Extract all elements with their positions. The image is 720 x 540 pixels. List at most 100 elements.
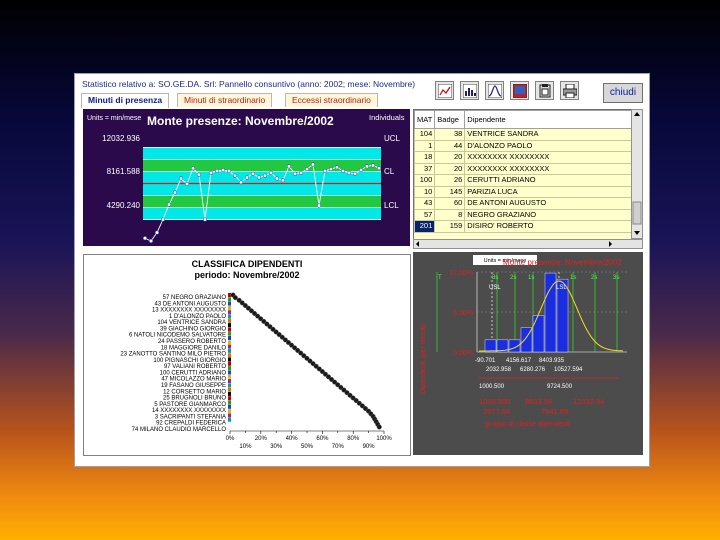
hist-bar [484, 339, 497, 353]
table-horizontal-scrollbar[interactable] [413, 239, 643, 249]
line-chart-button[interactable] [435, 81, 454, 100]
ranking-name: 24 PASSERO ROBERTO [158, 339, 226, 345]
legend-swatch [228, 357, 231, 362]
target-label: T [438, 275, 442, 281]
cc-units-label: Units = min/mese [87, 115, 141, 122]
col-header-dipendente[interactable]: Dipendente [464, 110, 632, 129]
legend-swatch [228, 366, 231, 371]
legend-swatch [228, 409, 231, 414]
hist-xtick-r2-0: 2032.958 [486, 367, 512, 373]
ranking-point [376, 424, 382, 430]
printer-button[interactable] [560, 81, 579, 100]
lsl-label: LSL [556, 285, 567, 291]
cell-dipendente: DE ANTONI AUGUSTO [464, 197, 632, 210]
hist-ytick-1: 6.00% [453, 310, 473, 317]
legend-swatch [228, 305, 231, 310]
footer-value-3: 12032.94 [573, 397, 604, 406]
ranking-tick-label: 70% [332, 444, 345, 450]
ucl-value: 12032.936 [102, 134, 140, 143]
cc-point [376, 166, 382, 171]
cc-point [304, 167, 310, 172]
scroll-left-icon[interactable] [416, 241, 419, 247]
cc-point [190, 166, 196, 171]
scroll-right-icon[interactable] [609, 241, 612, 247]
ranking-tick-label: 10% [239, 444, 252, 450]
cc-point [154, 230, 160, 235]
cell-badge: 20 [434, 162, 466, 175]
ranking-tick-label: 40% [286, 436, 299, 442]
employee-table: MAT Badge Dipendente 104 38 VENTRICE SANDR… [414, 110, 632, 233]
cell-mat: 100 [414, 174, 436, 187]
sigma-label-p3: 3s [613, 275, 619, 281]
legend-swatch [228, 396, 231, 401]
bell-curve-button[interactable] [485, 81, 504, 100]
control-chart: Units = min/mese Monte presenze: Novembr… [87, 113, 405, 244]
cc-point [232, 173, 238, 178]
ranking-name: 39 GIACHINO GIORGIO [160, 326, 226, 332]
table-row[interactable]: 1 44 D'ALONZO PAOLO [414, 139, 632, 152]
cc-point [178, 176, 184, 181]
scroll-down-icon[interactable] [634, 231, 640, 235]
legend-swatch [228, 340, 231, 345]
cc-point [298, 170, 304, 175]
table-row[interactable]: 201 159 DISIRO' ROBERTO [414, 220, 632, 233]
legend-swatch [228, 379, 231, 383]
legend-swatch [228, 400, 231, 405]
picture-button[interactable] [510, 81, 529, 100]
clipboard-button[interactable] [535, 81, 554, 100]
close-button[interactable]: chiudi [603, 83, 643, 103]
ranking-name: 3 SACRIPANTI STEFANIA [155, 414, 226, 420]
table-row[interactable]: 57 8 NEGRO GRAZIANO [414, 208, 632, 221]
legend-swatch [228, 353, 231, 358]
cell-dipendente: XXXXXXXX XXXXXXXX [464, 151, 632, 164]
table-row[interactable]: 104 38 VENTRICE SANDRA [414, 128, 632, 141]
tab-eccessi-straordinario[interactable]: Eccessi straordinario [285, 93, 378, 107]
cc-point [364, 164, 370, 169]
sigma-label-m1: 1s [528, 275, 534, 281]
cc-mode-label: Individuals [369, 113, 405, 122]
tab-minuti-straordinario[interactable]: Minuti di straordinario [177, 93, 273, 107]
cc-point [160, 217, 166, 222]
ranking-name: 43 DE ANTONI AUGUSTO [155, 301, 227, 307]
scroll-thumb[interactable] [632, 201, 642, 225]
ranking-name: 57 NEGRO GRAZIANO [163, 295, 227, 301]
table-row[interactable]: 10 145 PARIZIA LUCA [414, 185, 632, 198]
table-row[interactable]: 18 20 XXXXXXXX XXXXXXXX [414, 151, 632, 164]
cell-dipendente: D'ALONZO PAOLO [464, 139, 632, 152]
table-row[interactable]: 37 20 XXXXXXXX XXXXXXXX [414, 162, 632, 175]
table-row[interactable]: 43 60 DE ANTONI AUGUSTO [414, 197, 632, 210]
cc-point [202, 217, 208, 222]
legend-swatch [228, 314, 231, 319]
histogram-icon [463, 84, 477, 98]
lcl-value: 4290.240 [107, 201, 141, 210]
ranking-tick-label: 50% [301, 444, 314, 450]
legend-swatch [228, 331, 231, 336]
scroll-up-icon[interactable] [634, 112, 640, 116]
ranking-name: 14 XXXXXXXX XXXXXXXX [152, 408, 226, 414]
cell-mat: 1 [414, 139, 436, 152]
legend-swatch [228, 301, 231, 306]
hist-xtick-r1-2: 8403.935 [539, 358, 565, 364]
ranking-name: 19 FASANO GIUSEPPE [161, 383, 226, 389]
employee-table-panel: MAT Badge Dipendente 104 38 VENTRICE SANDR… [413, 109, 633, 241]
window-title: Statistico relativo a: SO.GE.DA. Srl: Pa… [82, 79, 416, 89]
tab-minuti-presenza[interactable]: Minuti di presenza [81, 93, 170, 108]
legend-swatch [228, 361, 231, 366]
cc-point [268, 170, 274, 175]
cc-point [226, 168, 232, 174]
statistics-window: Statistico relativo a: SO.GE.DA. Srl: Pa… [74, 73, 650, 467]
legend-swatch [228, 374, 231, 379]
legend-swatch [228, 344, 231, 349]
table-row[interactable]: 100 26 CERUTTI ADRIANO [414, 174, 632, 187]
histogram-button[interactable] [460, 81, 479, 100]
range-right-value: 9724.500 [547, 384, 573, 390]
ranking-name: 100 PIGNASCHI GIORGIO [153, 358, 226, 364]
table-vertical-scrollbar[interactable] [631, 109, 643, 239]
cc-point [310, 162, 316, 167]
ranking-tick-label: 30% [270, 444, 283, 450]
legend-swatch [228, 323, 231, 328]
sigma-label-m3: 3s [492, 275, 498, 281]
col-header-badge[interactable]: Badge [434, 110, 466, 129]
hist-ylabel: Dipendenti (per minuti) [420, 323, 427, 394]
col-header-mat[interactable]: MAT [414, 110, 436, 129]
